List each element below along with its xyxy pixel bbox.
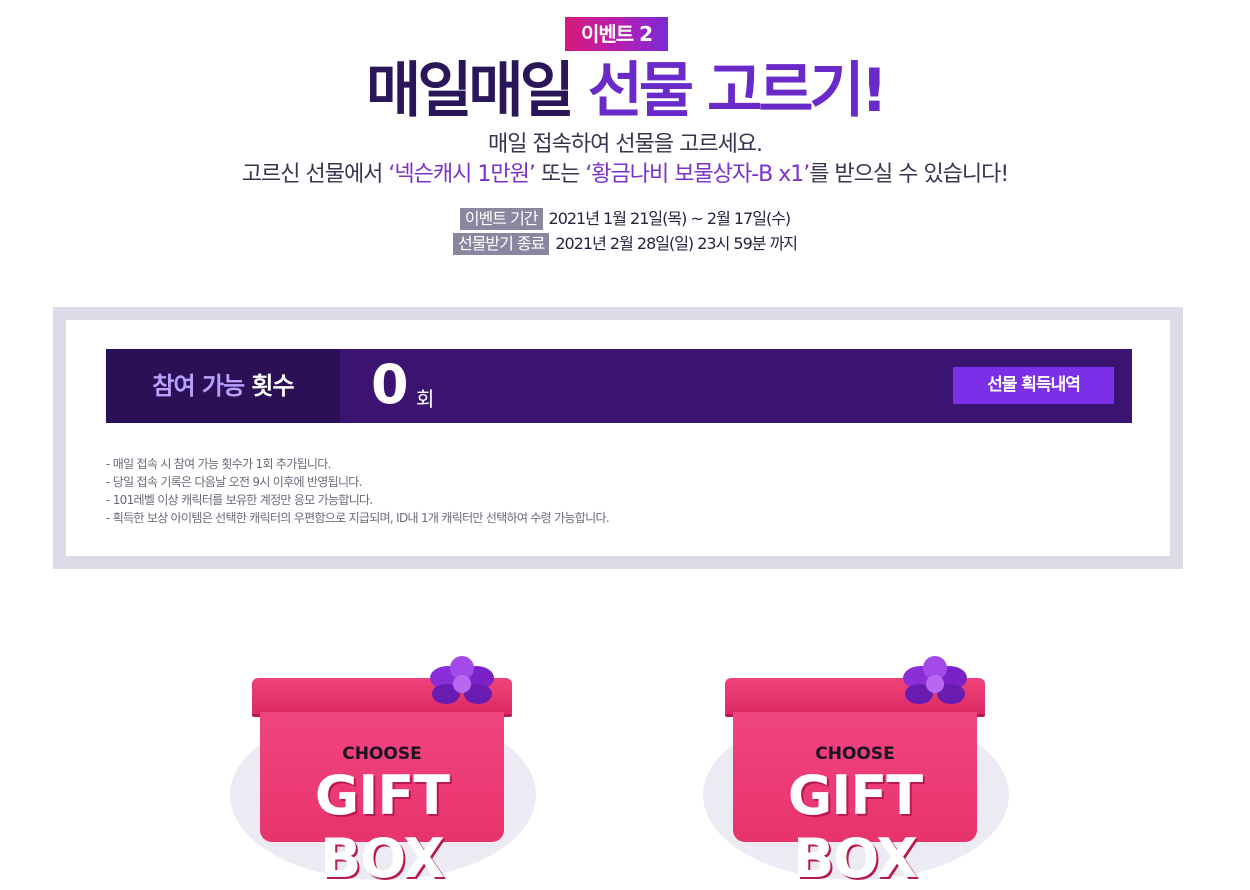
participation-count-value: 0 bbox=[371, 353, 409, 416]
reward-nexon-cash: ‘넥슨캐시 1만원’ bbox=[388, 162, 535, 187]
notes-list: - 매일 접속 시 참여 가능 횟수가 1회 추가됩니다. - 당일 접속 기록… bbox=[106, 455, 610, 527]
gift-box-label: GIFT BOX bbox=[787, 764, 923, 890]
count-label-a: 참여 가능 bbox=[152, 372, 252, 400]
subtitle-line-1: 매일 접속하여 선물을 고르세요. bbox=[487, 132, 763, 157]
choose-label: CHOOSE bbox=[342, 744, 422, 764]
note-item: - 101레벨 이상 캐릭터를 보유한 계정만 응모 가능합니다. bbox=[106, 493, 373, 507]
subtitle-mid: 또는 bbox=[534, 162, 586, 187]
participation-panel-inner: 참여 가능 횟수 0 회 선물 획득내역 - 매일 접속 시 참여 가능 횟수가… bbox=[66, 320, 1170, 556]
title-part-1: 매일매일 bbox=[366, 56, 588, 126]
title-part-2: 선물 고르기! bbox=[587, 56, 888, 126]
page-title: 매일매일 선물 고르기! bbox=[0, 56, 1250, 126]
subtitle-line-2: 고르신 선물에서 ‘넥슨캐시 1만원’ 또는 ‘황금나비 보물상자-B x1’를… bbox=[0, 156, 1250, 188]
note-item: - 획득한 보상 아이템은 선택한 캐릭터의 우편함으로 지급되며, ID내 1… bbox=[106, 511, 610, 525]
claim-period-value: 2021년 2월 28일(일) 23시 59분 까지 bbox=[555, 234, 798, 253]
note-item: - 매일 접속 시 참여 가능 횟수가 1회 추가됩니다. bbox=[106, 457, 331, 471]
event-tag-badge: 이벤트 2 bbox=[565, 17, 668, 51]
count-label-b: 횟수 bbox=[251, 372, 294, 400]
participation-count-label: 참여 가능 횟수 bbox=[106, 349, 340, 423]
participation-panel: 참여 가능 횟수 0 회 선물 획득내역 - 매일 접속 시 참여 가능 횟수가… bbox=[53, 307, 1183, 569]
reward-butterfly-box: ‘황금나비 보물상자-B x1’ bbox=[585, 162, 810, 187]
event-period-label: 이벤트 기간 bbox=[459, 208, 543, 230]
claim-period-row: 선물받기 종료 2021년 2월 28일(일) 23시 59분 까지 bbox=[0, 233, 1250, 255]
gift-box-label: GIFT BOX bbox=[314, 764, 450, 890]
gift-box-1[interactable]: CHOOSE GIFT BOX bbox=[230, 630, 540, 890]
event-period-row: 이벤트 기간 2021년 1월 21일(목) ~ 2월 17일(수) bbox=[0, 208, 1250, 230]
participation-count-unit: 회 bbox=[416, 387, 435, 411]
event-period-value: 2021년 1월 21일(목) ~ 2월 17일(수) bbox=[548, 209, 792, 228]
choose-label: CHOOSE bbox=[815, 744, 895, 764]
subtitle-post: 를 받으실 수 있습니다! bbox=[809, 162, 1009, 187]
ribbon-bow-icon bbox=[430, 656, 494, 704]
gift-history-button[interactable]: 선물 획득내역 bbox=[953, 367, 1114, 404]
claim-period-label: 선물받기 종료 bbox=[452, 233, 550, 255]
subtitle-pre: 고르신 선물에서 bbox=[241, 162, 389, 187]
participation-count-bar: 참여 가능 횟수 0 회 선물 획득내역 bbox=[106, 349, 1132, 423]
note-item: - 당일 접속 기록은 다음날 오전 9시 이후에 반영됩니다. bbox=[106, 475, 362, 489]
gift-box-2[interactable]: CHOOSE GIFT BOX bbox=[703, 630, 1013, 890]
ribbon-bow-icon bbox=[903, 656, 967, 704]
